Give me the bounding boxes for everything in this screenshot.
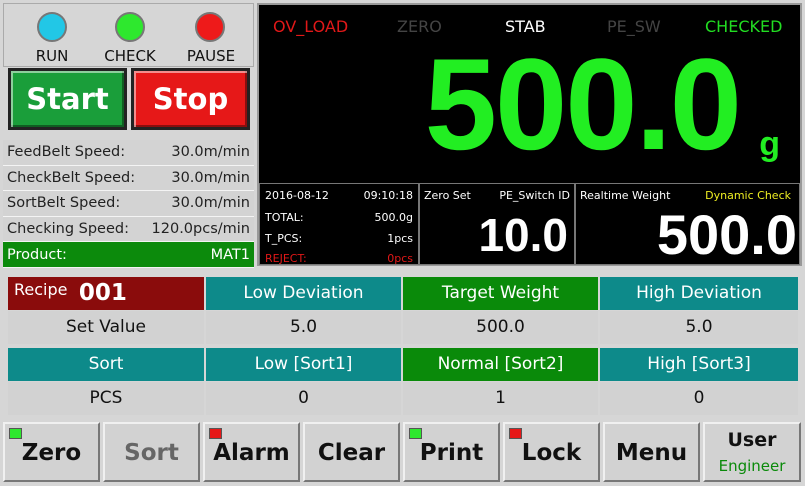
sort-button-label: Sort xyxy=(124,440,179,466)
high-sort3-header: High [Sort3] xyxy=(600,348,798,381)
print-indicator-icon xyxy=(409,428,422,439)
checkbelt-speed-row: CheckBelt Speed: 30.0m/min xyxy=(3,165,254,192)
print-button[interactable]: Print xyxy=(403,422,500,482)
zero-set-value: 10.0 xyxy=(478,209,568,261)
reject-label: REJECT: xyxy=(265,252,307,265)
weight-unit: g xyxy=(759,125,780,163)
recipe-header[interactable]: Recipe 001 xyxy=(8,277,204,310)
set-value-label: Set Value xyxy=(8,311,204,344)
normal-sort2-header: Normal [Sort2] xyxy=(403,348,598,381)
lock-button[interactable]: Lock xyxy=(503,422,600,482)
start-button[interactable]: Start xyxy=(8,68,127,130)
speed-value: 30.0m/min xyxy=(171,144,250,161)
recipe-label: Recipe xyxy=(14,280,68,299)
alarm-button-label: Alarm xyxy=(213,440,290,466)
speed-list: FeedBelt Speed: 30.0m/min CheckBelt Speed… xyxy=(3,140,254,268)
pause-lamp-icon xyxy=(195,12,225,42)
zero-set-label: Zero Set xyxy=(424,189,471,202)
speed-value: 30.0m/min xyxy=(171,169,250,186)
ov-load-indicator: OV_LOAD xyxy=(273,17,349,36)
high-sort3-value: 0 xyxy=(600,382,798,415)
alarm-button[interactable]: Alarm xyxy=(203,422,300,482)
clear-button-label: Clear xyxy=(317,440,386,466)
tpcs-value: 1pcs xyxy=(387,232,413,245)
run-lamp-label: RUN xyxy=(35,47,69,65)
lock-button-label: Lock xyxy=(521,440,582,466)
zero-button[interactable]: Zero xyxy=(3,422,100,482)
realtime-weight-label: Realtime Weight xyxy=(580,189,671,202)
feedbelt-speed-row: FeedBelt Speed: 30.0m/min xyxy=(3,140,254,166)
pcs-label: PCS xyxy=(8,382,204,415)
alarm-indicator-icon xyxy=(209,428,222,439)
user-button[interactable]: User Engineer xyxy=(703,422,801,482)
clear-button[interactable]: Clear xyxy=(303,422,400,482)
total-label: TOTAL: xyxy=(265,211,304,224)
check-lamp-label: CHECK xyxy=(104,47,156,65)
speed-label: FeedBelt Speed: xyxy=(7,144,126,161)
high-deviation-header: High Deviation xyxy=(600,277,798,310)
target-weight-value[interactable]: 500.0 xyxy=(403,311,598,344)
zero-indicator-icon xyxy=(9,428,22,439)
product-row[interactable]: Product: MAT1 xyxy=(3,242,254,268)
recipe-number: 001 xyxy=(78,280,127,306)
pause-lamp-label: PAUSE xyxy=(186,47,236,65)
user-role: Engineer xyxy=(718,457,786,475)
sort-button[interactable]: Sort xyxy=(103,422,200,482)
reject-value: 0pcs xyxy=(387,252,413,265)
low-sort1-value: 0 xyxy=(206,382,401,415)
main-weight-value: 500.0 xyxy=(424,31,742,177)
speed-value: 120.0pcs/min xyxy=(151,221,250,238)
speed-value: 30.0m/min xyxy=(171,195,250,212)
speed-label: Checking Speed: xyxy=(7,221,129,238)
check-lamp-icon xyxy=(115,12,145,42)
zero-button-label: Zero xyxy=(21,440,82,466)
sort-header: Sort xyxy=(8,348,204,381)
low-sort1-header: Low [Sort1] xyxy=(206,348,401,381)
dynamic-check-label: Dynamic Check xyxy=(705,189,791,202)
menu-button[interactable]: Menu xyxy=(603,422,700,482)
normal-sort2-value: 1 xyxy=(403,382,598,415)
lock-indicator-icon xyxy=(509,428,522,439)
low-deviation-header: Low Deviation xyxy=(206,277,401,310)
high-deviation-value[interactable]: 5.0 xyxy=(600,311,798,344)
realtime-weight-value: 500.0 xyxy=(656,203,797,266)
user-label: User xyxy=(727,429,777,451)
info-panel: 2016-08-12 09:10:18 TOTAL: 500.0g T_PCS:… xyxy=(259,183,419,265)
zero-set-panel[interactable]: Zero Set PE_Switch ID 10.0 xyxy=(419,183,575,265)
target-weight-header: Target Weight xyxy=(403,277,598,310)
weight-display: OV_LOAD ZERO STAB PE_SW CHECKED 500.0 g … xyxy=(257,3,802,266)
realtime-panel: Realtime Weight Dynamic Check 500.0 xyxy=(575,183,800,266)
speed-label: SortBelt Speed: xyxy=(7,195,121,212)
stop-button[interactable]: Stop xyxy=(131,68,250,130)
checking-speed-row: Checking Speed: 120.0pcs/min xyxy=(3,216,254,243)
status-lamps: RUN CHECK PAUSE xyxy=(3,3,254,67)
menu-button-label: Menu xyxy=(615,440,688,466)
total-value: 500.0g xyxy=(374,211,413,224)
date-text: 2016-08-12 xyxy=(265,189,329,202)
tpcs-label: T_PCS: xyxy=(265,232,303,245)
product-label: Product: xyxy=(7,246,67,263)
run-lamp-icon xyxy=(37,12,67,42)
low-deviation-value[interactable]: 5.0 xyxy=(206,311,401,344)
speed-label: CheckBelt Speed: xyxy=(7,169,136,186)
sortbelt-speed-row: SortBelt Speed: 30.0m/min xyxy=(3,191,254,217)
time-text: 09:10:18 xyxy=(363,189,413,202)
pe-switch-id-label: PE_Switch ID xyxy=(499,189,570,202)
print-button-label: Print xyxy=(419,440,484,466)
product-value: MAT1 xyxy=(210,246,250,263)
